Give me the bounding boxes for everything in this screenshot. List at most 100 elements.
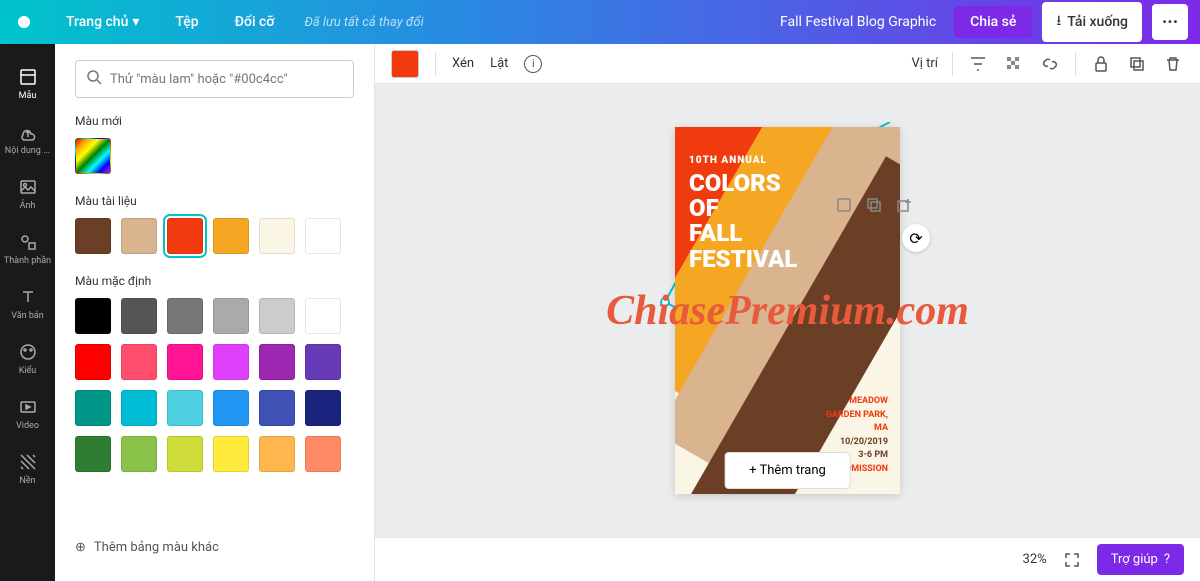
more-button[interactable]: ··· <box>1152 4 1188 40</box>
canvas-area: Xén Lật i Vị trí ChiasePremium.com <box>375 44 1200 581</box>
color-swatch[interactable] <box>305 344 341 380</box>
canvas-wrap[interactable]: ChiasePremium.com ⟳ 10TH ANNUAL COLORSOF… <box>375 84 1200 537</box>
transparency-icon[interactable] <box>1003 53 1025 75</box>
palette-icon <box>17 341 39 363</box>
default-swatches <box>75 298 354 472</box>
image-icon <box>17 176 39 198</box>
color-swatch[interactable] <box>305 390 341 426</box>
sidebar-elements[interactable]: Thành phần <box>3 221 53 276</box>
nav-home[interactable]: Trang chủ ▾ <box>52 8 153 36</box>
color-swatch[interactable] <box>75 298 111 334</box>
doc-swatches <box>75 218 354 254</box>
color-swatch[interactable] <box>213 218 249 254</box>
doc-colors-label: Màu tài liệu <box>75 194 354 208</box>
color-swatch[interactable] <box>167 298 203 334</box>
cloud-icon <box>17 121 39 143</box>
video-icon <box>17 396 39 418</box>
header-right: Fall Festival Blog Graphic Chia sẻ ⭳Tải … <box>780 2 1188 42</box>
sidebar: Mẫu Nội dung ... Ảnh Thành phần Văn bản … <box>0 44 55 581</box>
poster-subtitle[interactable]: 10TH ANNUAL <box>689 155 767 166</box>
add-palette-button[interactable]: ⊕Thêm bảng màu khác <box>75 530 354 565</box>
color-swatch[interactable] <box>75 436 111 472</box>
delete-icon[interactable] <box>1162 53 1184 75</box>
lock-icon[interactable] <box>1090 53 1112 75</box>
download-button[interactable]: ⭳Tải xuống <box>1042 2 1142 42</box>
document-title[interactable]: Fall Festival Blog Graphic <box>780 14 936 30</box>
duplicate-icon[interactable] <box>1126 53 1148 75</box>
shapes-icon <box>17 231 39 253</box>
color-swatch[interactable] <box>259 390 295 426</box>
sync-icon[interactable]: ⟳ <box>902 224 930 252</box>
search-icon <box>86 69 102 89</box>
sidebar-text[interactable]: Văn bản <box>3 276 53 331</box>
color-swatch[interactable] <box>167 436 203 472</box>
color-swatch[interactable] <box>121 218 157 254</box>
color-swatch[interactable] <box>305 298 341 334</box>
zoom-level[interactable]: 32% <box>1023 552 1047 567</box>
background-icon <box>17 451 39 473</box>
color-swatch[interactable] <box>259 298 295 334</box>
color-swatch[interactable] <box>121 298 157 334</box>
color-swatch[interactable] <box>213 390 249 426</box>
header-left: Trang chủ ▾ Tệp Đổi cỡ Đã lưu tất cả tha… <box>12 8 424 36</box>
logo[interactable] <box>12 10 36 34</box>
color-swatch[interactable] <box>305 218 341 254</box>
color-swatch[interactable] <box>121 390 157 426</box>
share-button[interactable]: Chia sẻ <box>954 6 1032 38</box>
divider <box>952 52 953 76</box>
color-swatch[interactable] <box>75 390 111 426</box>
sidebar-background[interactable]: Nền <box>3 441 53 496</box>
color-swatch[interactable] <box>213 344 249 380</box>
color-swatch[interactable] <box>167 218 203 254</box>
templates-icon <box>17 66 39 88</box>
color-swatch[interactable] <box>121 436 157 472</box>
element-toolbar: Xén Lật i Vị trí <box>375 44 1200 84</box>
color-swatch[interactable] <box>75 218 111 254</box>
link-icon[interactable] <box>1039 53 1061 75</box>
info-icon[interactable]: i <box>524 55 542 73</box>
new-color-label: Màu mới <box>75 114 354 128</box>
nav-resize[interactable]: Đổi cỡ <box>221 8 289 36</box>
color-swatch[interactable] <box>259 344 295 380</box>
color-swatch[interactable] <box>167 344 203 380</box>
copy-page-icon[interactable] <box>865 196 885 216</box>
divider <box>1075 52 1076 76</box>
color-swatch[interactable] <box>259 436 295 472</box>
fullscreen-icon[interactable] <box>1061 549 1083 571</box>
color-panel: Màu mới Màu tài liệu Màu mặc định ⊕Thêm … <box>55 44 375 581</box>
color-swatch[interactable] <box>305 436 341 472</box>
color-swatch[interactable] <box>213 298 249 334</box>
page-actions <box>835 196 915 216</box>
sidebar-uploads[interactable]: Nội dung ... <box>3 111 53 166</box>
sidebar-video[interactable]: Video <box>3 386 53 441</box>
nav-file[interactable]: Tệp <box>161 8 212 36</box>
fill-color-swatch[interactable] <box>391 50 419 78</box>
search-input[interactable] <box>110 72 343 87</box>
position-button[interactable]: Vị trí <box>911 56 938 71</box>
add-page-button[interactable]: + Thêm trang <box>724 452 851 489</box>
artboard[interactable]: 10TH ANNUAL COLORSOFFALLFESTIVAL MEADOW … <box>675 127 900 494</box>
help-button[interactable]: Trợ giúp? <box>1097 544 1184 575</box>
sidebar-styles[interactable]: Kiểu <box>3 331 53 386</box>
plus-icon: ⊕ <box>75 540 86 555</box>
sidebar-templates[interactable]: Mẫu <box>3 56 53 111</box>
color-swatch[interactable] <box>259 218 295 254</box>
chevron-down-icon: ▾ <box>132 14 139 30</box>
divider <box>435 52 436 76</box>
color-swatch[interactable] <box>121 344 157 380</box>
color-swatch[interactable] <box>213 436 249 472</box>
main: Mẫu Nội dung ... Ảnh Thành phần Văn bản … <box>0 44 1200 581</box>
color-picker-swatch[interactable] <box>75 138 111 174</box>
selection-handle[interactable] <box>660 297 670 307</box>
add-page-icon[interactable] <box>895 196 915 216</box>
notes-icon[interactable] <box>835 196 855 216</box>
color-search[interactable] <box>75 60 354 98</box>
poster-title[interactable]: COLORSOFFALLFESTIVAL <box>689 171 797 272</box>
color-swatch[interactable] <box>167 390 203 426</box>
sidebar-photos[interactable]: Ảnh <box>3 166 53 221</box>
filter-icon[interactable] <box>967 53 989 75</box>
color-swatch[interactable] <box>75 344 111 380</box>
crop-button[interactable]: Xén <box>452 56 474 71</box>
header: Trang chủ ▾ Tệp Đổi cỡ Đã lưu tất cả tha… <box>0 0 1200 44</box>
flip-button[interactable]: Lật <box>490 56 508 71</box>
